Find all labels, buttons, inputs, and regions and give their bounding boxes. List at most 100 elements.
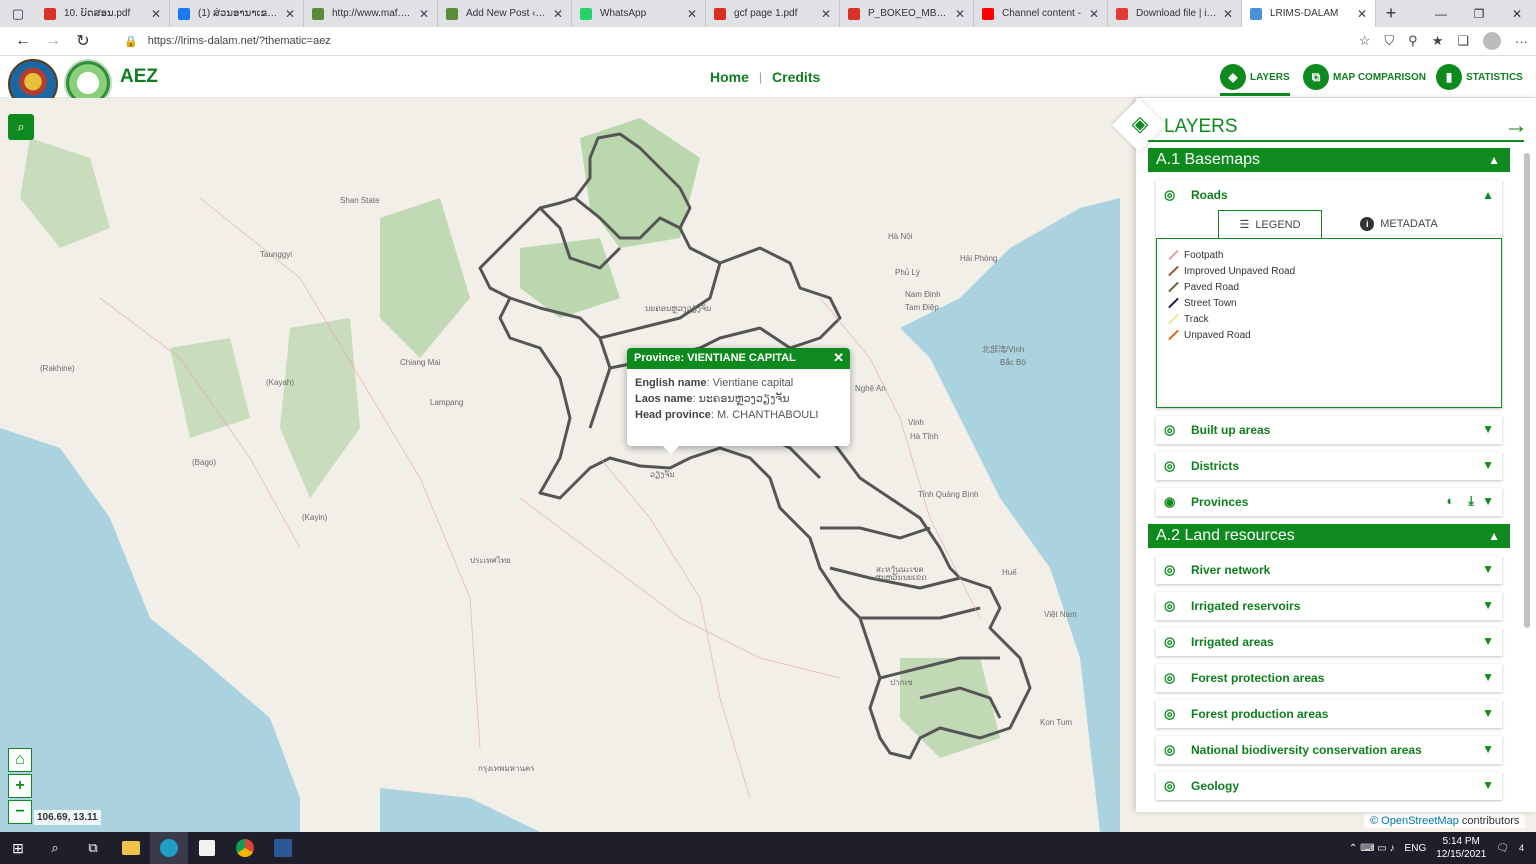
section-basemaps[interactable]: A.1 Basemaps ▲ [1148, 148, 1510, 172]
close-panel-arrow-icon[interactable]: → [1504, 112, 1528, 140]
chevron-down-icon[interactable]: ▼ [1482, 422, 1494, 436]
edge-icon[interactable] [150, 832, 188, 864]
browser-tab[interactable]: Add New Post ‹ htt... ✕ [438, 0, 572, 27]
layer-item[interactable]: ◉ Provinces ◐ ⤓ ▼ [1156, 488, 1502, 516]
tab-close-icon[interactable]: ✕ [419, 7, 429, 21]
layer-item[interactable]: ◎ River network ▼ [1156, 556, 1502, 584]
visibility-off-icon[interactable]: ◎ [1164, 778, 1184, 794]
layers-tool-button[interactable]: ◈ LAYERS [1220, 64, 1290, 96]
visibility-off-icon[interactable]: ◎ [1164, 706, 1184, 722]
chevron-down-icon[interactable]: ▼ [1482, 706, 1494, 720]
visibility-off-icon[interactable]: ◎ [1164, 458, 1184, 474]
layer-item[interactable]: ◎ Forest protection areas ▼ [1156, 664, 1502, 692]
chevron-down-icon[interactable]: ▼ [1482, 742, 1494, 756]
extension-shield-icon[interactable]: ⛉ [1384, 33, 1394, 49]
tab-close-icon[interactable]: ✕ [553, 7, 563, 21]
chevron-down-icon[interactable]: ▼ [1482, 598, 1494, 612]
layer-item[interactable]: ◎ Irrigated reservoirs ▼ [1156, 592, 1502, 620]
tray-icons[interactable]: ⌃ ⌨ ▭ ♪ [1349, 843, 1395, 854]
language-indicator[interactable]: ENG [1405, 843, 1427, 854]
close-window-icon[interactable]: ✕ [1498, 0, 1536, 27]
tab-close-icon[interactable]: ✕ [151, 7, 161, 21]
browser-tab[interactable]: Channel content - ✕ [974, 0, 1108, 27]
collections-icon[interactable]: ❏ [1457, 33, 1469, 49]
word-icon[interactable] [264, 839, 302, 857]
map-comparison-button[interactable]: ⧉ MAP COMPARISON [1303, 64, 1426, 90]
tab-close-icon[interactable]: ✕ [1223, 7, 1233, 21]
zoom-out-button[interactable]: − [8, 800, 32, 824]
taskbar-search-icon[interactable]: ⌕ [36, 840, 74, 856]
chrome-icon[interactable] [226, 839, 264, 857]
profile-avatar[interactable] [1483, 32, 1501, 50]
browser-tab[interactable]: WhatsApp ✕ [572, 0, 706, 27]
section-land-resources[interactable]: A.2 Land resources ▲ [1148, 524, 1510, 548]
chevron-down-icon[interactable]: ▼ [1482, 458, 1494, 472]
opacity-icon[interactable]: ◐ [1446, 493, 1454, 509]
new-tab-button[interactable]: + [1376, 0, 1406, 27]
browser-tab[interactable]: Download file | iLo... ✕ [1108, 0, 1242, 27]
clock[interactable]: 5:14 PM 12/15/2021 [1436, 835, 1486, 861]
layer-item[interactable]: ◎ Built up areas ▼ [1156, 416, 1502, 444]
more-icon[interactable]: ··· [1515, 34, 1528, 49]
browser-tab[interactable]: (1) ສ່ວນອານາເຂດສິດທ... ✕ [170, 0, 304, 27]
extensions-icon[interactable]: ⚲ [1408, 33, 1418, 49]
layer-item[interactable]: ◎ Geology ▼ [1156, 772, 1502, 800]
statistics-button[interactable]: ▮ STATISTICS [1436, 64, 1523, 90]
popup-close-icon[interactable]: ✕ [833, 350, 844, 366]
favorites-icon[interactable]: ★ [1432, 33, 1444, 49]
favorite-add-icon[interactable]: ☆ [1359, 33, 1371, 49]
tab-metadata[interactable]: i METADATA [1344, 210, 1454, 238]
chevron-down-icon[interactable]: ▼ [1482, 778, 1494, 792]
file-explorer-icon[interactable] [112, 841, 150, 855]
browser-tab[interactable]: http://www.maf.go... ✕ [304, 0, 438, 27]
visibility-off-icon[interactable]: ◎ [1164, 562, 1184, 578]
url-field[interactable]: 🔒 https://lrims-dalam.net/?thematic=aez [114, 30, 1314, 52]
visibility-off-icon[interactable]: ◎ [1164, 742, 1184, 758]
back-icon[interactable]: ← [8, 32, 38, 50]
nav-credits-link[interactable]: Credits [772, 69, 820, 85]
browser-tab[interactable]: LRIMS-DALAM ✕ [1242, 0, 1376, 27]
tab-close-icon[interactable]: ✕ [687, 7, 697, 21]
panel-scrollbar[interactable] [1524, 153, 1530, 628]
tab-close-icon[interactable]: ✕ [955, 7, 965, 21]
osm-link[interactable]: © OpenStreetMap [1370, 815, 1459, 827]
browser-tab[interactable]: 10. ບົດສອນ.pdf ✕ [36, 0, 170, 27]
chevron-down-icon[interactable]: ▼ [1482, 670, 1494, 684]
tab-close-icon[interactable]: ✕ [1089, 7, 1099, 21]
visibility-off-icon[interactable]: ◎ [1164, 422, 1184, 438]
nav-home-link[interactable]: Home [710, 69, 749, 85]
chevron-up-icon[interactable]: ▲ [1482, 188, 1494, 202]
notification-icon[interactable]: 🗨 [1496, 843, 1509, 854]
store-icon[interactable] [188, 840, 226, 856]
browser-tab[interactable]: P_BOKEO_MB_202... ✕ [840, 0, 974, 27]
zoom-in-button[interactable]: + [8, 774, 32, 798]
chevron-down-icon[interactable]: ▼ [1482, 494, 1494, 508]
tab-actions-icon[interactable]: ▢ [0, 0, 36, 27]
visibility-off-icon[interactable]: ◎ [1164, 634, 1184, 650]
chevron-down-icon[interactable]: ▼ [1482, 634, 1494, 648]
visibility-off-icon[interactable]: ◎ [1164, 187, 1184, 203]
layer-item[interactable]: ◎ Forest production areas ▼ [1156, 700, 1502, 728]
visibility-off-icon[interactable]: ◎ [1164, 598, 1184, 614]
chevron-down-icon[interactable]: ▼ [1482, 562, 1494, 576]
browser-tab[interactable]: gcf page 1.pdf ✕ [706, 0, 840, 27]
tab-close-icon[interactable]: ✕ [285, 7, 295, 21]
roads-layer-header[interactable]: ◎ Roads ▲ [1156, 180, 1502, 210]
tab-close-icon[interactable]: ✕ [1357, 7, 1367, 21]
tab-close-icon[interactable]: ✕ [821, 7, 831, 21]
download-icon[interactable]: ⤓ [1468, 493, 1474, 509]
home-extent-button[interactable]: ⌂ [8, 748, 32, 772]
map-search-button[interactable]: ⌕ [8, 114, 34, 140]
layer-item[interactable]: ◎ National biodiversity conservation area… [1156, 736, 1502, 764]
panel-scroll-area[interactable]: A.1 Basemaps ▲ ◎ Roads ▲ ☰ LEGEND i META… [1148, 148, 1510, 802]
windows-start-icon[interactable]: ⊞ [0, 840, 36, 857]
restore-icon[interactable]: ❐ [1460, 0, 1498, 27]
visibility-off-icon[interactable]: ◎ [1164, 670, 1184, 686]
forward-icon[interactable]: → [38, 32, 68, 50]
layer-item[interactable]: ◎ Irrigated areas ▼ [1156, 628, 1502, 656]
visibility-on-icon[interactable]: ◉ [1164, 494, 1184, 510]
task-view-icon[interactable]: ⧉ [74, 840, 112, 856]
refresh-icon[interactable]: ↻ [68, 31, 98, 51]
layer-item[interactable]: ◎ Districts ▼ [1156, 452, 1502, 480]
tab-legend[interactable]: ☰ LEGEND [1218, 210, 1322, 238]
